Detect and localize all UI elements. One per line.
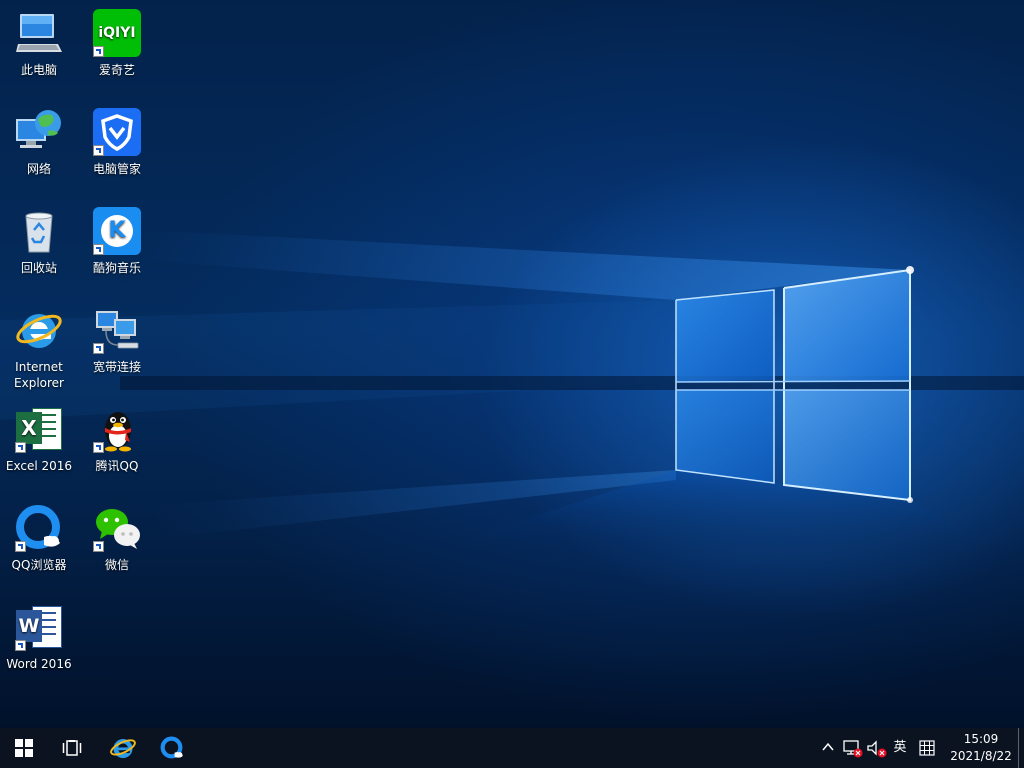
- desktop-icon-word[interactable]: W Word 2016: [1, 596, 77, 672]
- desktop-icon-label: 微信: [104, 558, 129, 572]
- taskbar-clock[interactable]: 15:09 2021/8/22: [946, 731, 1016, 765]
- desktop-icon-network[interactable]: 网络: [1, 101, 77, 177]
- start-icon: [15, 739, 33, 757]
- tray-network-button[interactable]: [842, 728, 864, 768]
- shortcut-arrow-icon: [15, 442, 26, 453]
- shortcut-arrow-icon: [93, 343, 104, 354]
- desktop-icon-label: 电脑管家: [92, 162, 141, 176]
- start-button[interactable]: [0, 728, 48, 768]
- wechat-icon: [92, 503, 142, 553]
- kugou-tile-text: K: [101, 215, 133, 247]
- desktop-icon-label: 酷狗音乐: [92, 261, 141, 275]
- desktop-icon-kugou[interactable]: K 酷狗音乐: [79, 200, 155, 276]
- word-tile-text: W: [16, 610, 42, 642]
- keyboard-grid-icon: [919, 740, 935, 756]
- qq-browser-icon: [14, 503, 64, 553]
- internet-explorer-icon: [110, 739, 136, 759]
- task-view-button[interactable]: [48, 728, 96, 768]
- shortcut-arrow-icon: [15, 541, 26, 552]
- desktop-icon-internet-explorer[interactable]: Internet Explorer: [1, 299, 77, 391]
- desktop-icon-label: Internet Explorer: [14, 360, 64, 390]
- iqiyi-icon: iQIYI: [92, 8, 142, 58]
- desktop-icon-label: Excel 2016: [5, 459, 73, 473]
- desktop-icon-label: 此电脑: [20, 63, 57, 77]
- desktop-icon-label: 宽带连接: [92, 360, 141, 374]
- qq-penguin-icon: [92, 404, 142, 454]
- desktop-icon-label: 腾讯QQ: [95, 459, 139, 473]
- ime-language-label: 英: [893, 740, 907, 755]
- desktop-icon-broadband[interactable]: 宽带连接: [79, 299, 155, 375]
- taskbar: 英 15:09 2021/8/22: [0, 728, 1024, 768]
- desktop-icon-label: 网络: [26, 162, 51, 176]
- recycle-bin-icon: [14, 206, 64, 256]
- shortcut-arrow-icon: [93, 541, 104, 552]
- desktop-icon-label: 爱奇艺: [98, 63, 135, 77]
- task-view-icon: [62, 740, 82, 756]
- desktop-icon-label: 回收站: [20, 261, 57, 275]
- desktop-icon-pc-manager[interactable]: 电脑管家: [79, 101, 155, 177]
- desktop-icon-excel[interactable]: X Excel 2016: [1, 398, 77, 474]
- shortcut-arrow-icon: [93, 46, 104, 57]
- kugou-icon: K: [92, 206, 142, 256]
- desktop-icon-wechat[interactable]: 微信: [79, 497, 155, 573]
- desktop-icon-label: Word 2016: [6, 657, 72, 671]
- tray-volume-button[interactable]: [866, 728, 888, 768]
- desktop-icon-recycle-bin[interactable]: 回收站: [1, 200, 77, 276]
- computer-icon: [14, 8, 64, 58]
- taskbar-internet-explorer-button[interactable]: [99, 728, 147, 768]
- word-icon: W: [14, 602, 64, 652]
- qq-browser-icon: [160, 736, 183, 759]
- taskbar-qq-browser-button[interactable]: [148, 728, 196, 768]
- tray-ime-mode-button[interactable]: [916, 728, 938, 768]
- desktop[interactable]: 此电脑 网络 回收站 Internet Explorer X Excel 201…: [0, 0, 1024, 728]
- desktop-icon-label: QQ浏览器: [11, 558, 67, 572]
- desktop-icon-iqiyi[interactable]: iQIYI 爱奇艺: [79, 2, 155, 78]
- show-desktop-button[interactable]: [1018, 728, 1024, 768]
- desktop-icon-this-pc[interactable]: 此电脑: [1, 2, 77, 78]
- shortcut-arrow-icon: [93, 145, 104, 156]
- excel-icon: X: [14, 404, 64, 454]
- shortcut-arrow-icon: [93, 244, 104, 255]
- network-disconnected-icon: [843, 740, 863, 758]
- desktop-icon-tencent-qq[interactable]: 腾讯QQ: [79, 398, 155, 474]
- clock-date: 2021/8/22: [950, 749, 1012, 763]
- shield-icon: [92, 107, 142, 157]
- tray-overflow-button[interactable]: [818, 728, 838, 768]
- excel-tile-text: X: [16, 412, 42, 444]
- network-globe-icon: [14, 107, 64, 157]
- volume-muted-icon: [867, 740, 887, 758]
- clock-time: 15:09: [963, 732, 999, 746]
- tray-ime-language-button[interactable]: 英: [890, 728, 910, 768]
- broadband-connection-icon: [92, 305, 142, 355]
- shortcut-arrow-icon: [93, 442, 104, 453]
- internet-explorer-icon: [14, 305, 64, 355]
- shortcut-arrow-icon: [15, 640, 26, 651]
- desktop-icon-qq-browser[interactable]: QQ浏览器: [1, 497, 77, 573]
- chevron-up-icon: [822, 742, 834, 751]
